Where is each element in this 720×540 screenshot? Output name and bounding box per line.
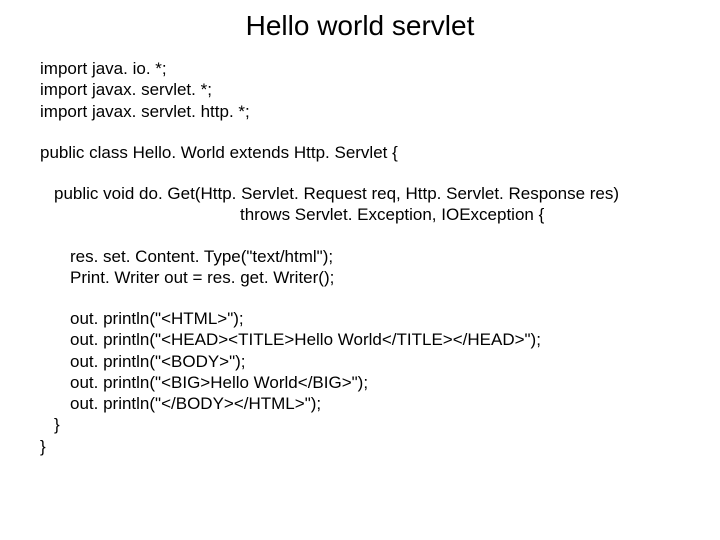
code-line: Print. Writer out = res. get. Writer();	[40, 267, 680, 288]
code-block: import java. io. *; import javax. servle…	[40, 58, 680, 457]
code-line: import java. io. *;	[40, 58, 680, 79]
slide-title: Hello world servlet	[140, 10, 580, 42]
code-line: out. println("</BODY></HTML>");	[40, 393, 680, 414]
code-line: public class Hello. World extends Http. …	[40, 142, 680, 163]
code-line: out. println("<HEAD><TITLE>Hello World</…	[40, 329, 680, 350]
code-line: res. set. Content. Type("text/html");	[40, 246, 680, 267]
code-line: public void do. Get(Http. Servlet. Reque…	[40, 183, 680, 204]
code-line: import javax. servlet. http. *;	[40, 101, 680, 122]
code-line: }	[40, 436, 680, 457]
code-line: throws Servlet. Exception, IOException {	[40, 204, 680, 225]
code-line: out. println("<BIG>Hello World</BIG>");	[40, 372, 680, 393]
code-line: out. println("<BODY>");	[40, 351, 680, 372]
code-line: import javax. servlet. *;	[40, 79, 680, 100]
code-line: out. println("<HTML>");	[40, 308, 680, 329]
code-line: }	[40, 414, 680, 435]
